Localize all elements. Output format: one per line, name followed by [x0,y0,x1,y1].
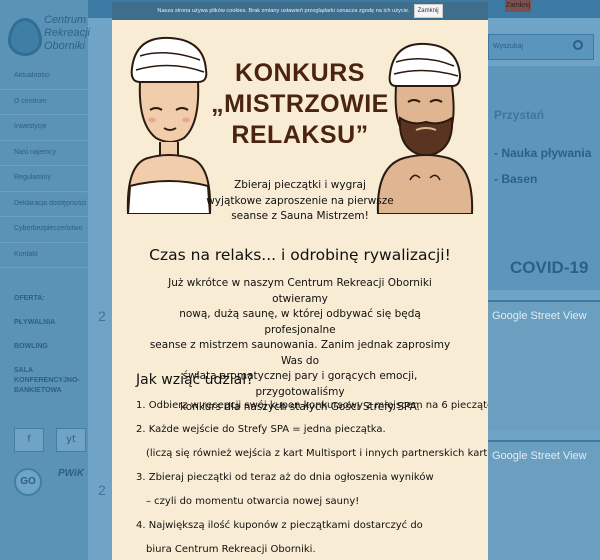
contest-title-line: „MISTRZOWIE [211,90,389,118]
search-placeholder: Wyszukaj [493,43,523,50]
step-note: biura Centrum Rekreacji Oborniki. [146,544,316,555]
subtitle-line: wyjątkowe zaproszenie na pierwsze [206,194,394,207]
offer-link-plywalnia[interactable]: PŁYWALNIA [14,318,55,328]
contest-popup: KONKURS „MISTRZOWIE RELAKSU” Zbieraj pie… [112,20,488,560]
street-view-tile[interactable]: Google Street View [488,300,600,430]
cookie-text: Nasza strona używa plików cookies. Brak … [157,8,410,14]
subtitle-line: Zbieraj pieczątki i wygraj [234,179,366,191]
top-close-button[interactable]: Zamknij [505,0,531,12]
nav-item-regulaminy[interactable]: Regulaminy [0,166,88,192]
section-heading: Czas na relaks... i odrobinę rywalizacji… [149,246,451,264]
contest-title-line: RELAKSU” [231,121,369,149]
logo-line: Centrum [44,14,87,26]
banner-title: Przystań [494,108,545,122]
news-date: 2 [98,308,106,324]
nav-item-kontakt[interactable]: Kontakt [0,243,88,268]
nav-item-deklaracja[interactable]: Deklaracja dostępności [0,192,88,217]
offer-link-bowling[interactable]: BOWLING [14,342,48,352]
main-nav: Aktualności O centrum Inwestycje Nasi na… [0,64,88,268]
facebook-icon[interactable]: f [14,428,44,452]
logo-line: Oborniki [44,40,85,52]
step-note: – czyli do momentu otwarcia nowej sauny! [146,496,360,507]
youtube-icon[interactable]: yt [56,428,86,452]
search-icon[interactable] [573,40,583,50]
logo-line: Rekreacji [44,27,90,39]
nav-item-cyber[interactable]: Cyberbezpieczeństwo [0,217,88,243]
step-item: 4. Największą ilość kuponów z pieczątkam… [136,520,423,531]
site-logo[interactable]: Centrum Rekreacji Oborniki [8,14,90,60]
street-view-tile[interactable]: Google Street View [488,440,600,560]
step-item: 1. Odbierz w recepcji swój kupon konkurs… [136,400,488,411]
covid-label[interactable]: COVID-19 [510,258,588,278]
cookie-close-button[interactable]: Zamknij [413,4,443,18]
intro-line: nową, dużą saunę, w której odbywać się b… [179,308,421,336]
banner-item: - Basen [494,172,538,186]
contest-subtitle: Zbieraj pieczątki i wygraj wyjątkowe zap… [202,178,398,225]
pwik-logo[interactable]: PWiK [58,468,84,479]
news-date: 2 [98,482,106,498]
street-view-label: Google Street View [492,310,587,322]
intro-line: seanse z mistrzem saunowania. Zanim jedn… [149,339,451,367]
water-drop-icon [8,18,42,56]
contest-title-line: KONKURS [235,59,365,87]
search-box[interactable]: Wyszukaj [488,34,594,60]
step-item: 3. Zbieraj pieczątki od teraz aż do dnia… [136,472,434,483]
sidebar: Centrum Rekreacji Oborniki Aktualności O… [0,0,90,560]
go-badge[interactable]: GO [14,468,42,496]
logo-text: Centrum Rekreacji Oborniki [44,14,90,53]
offer-link-sala[interactable]: SALA KONFERENCYJNO- BANKIETOWA [14,366,80,396]
nav-item-aktualnosci[interactable]: Aktualności [0,64,88,90]
step-item: 2. Każde wejście do Strefy SPA = jedna p… [136,424,386,435]
subtitle-line: seanse z Sauna Mistrzem! [231,210,369,222]
how-to-heading: Jak wziąć udział? [136,372,254,388]
intro-paragraph: Już wkrótce w naszym Centrum Rekreacji O… [142,276,458,416]
cookie-bar: Nasza strona używa plików cookies. Brak … [112,2,488,20]
banner-item: - Nauka pływania [494,146,592,160]
nav-item-najemcy[interactable]: Nasi najemcy [0,141,88,166]
intro-line: Już wkrótce w naszym Centrum Rekreacji O… [168,277,432,305]
step-note: (liczą się również wejścia z kart Multis… [146,448,488,459]
nav-item-inwestycje[interactable]: Inwestycje [0,115,88,141]
offer-heading: OFERTA: [14,295,45,302]
nav-item-o-centrum[interactable]: O centrum [0,90,88,115]
street-view-label: Google Street View [492,450,587,462]
